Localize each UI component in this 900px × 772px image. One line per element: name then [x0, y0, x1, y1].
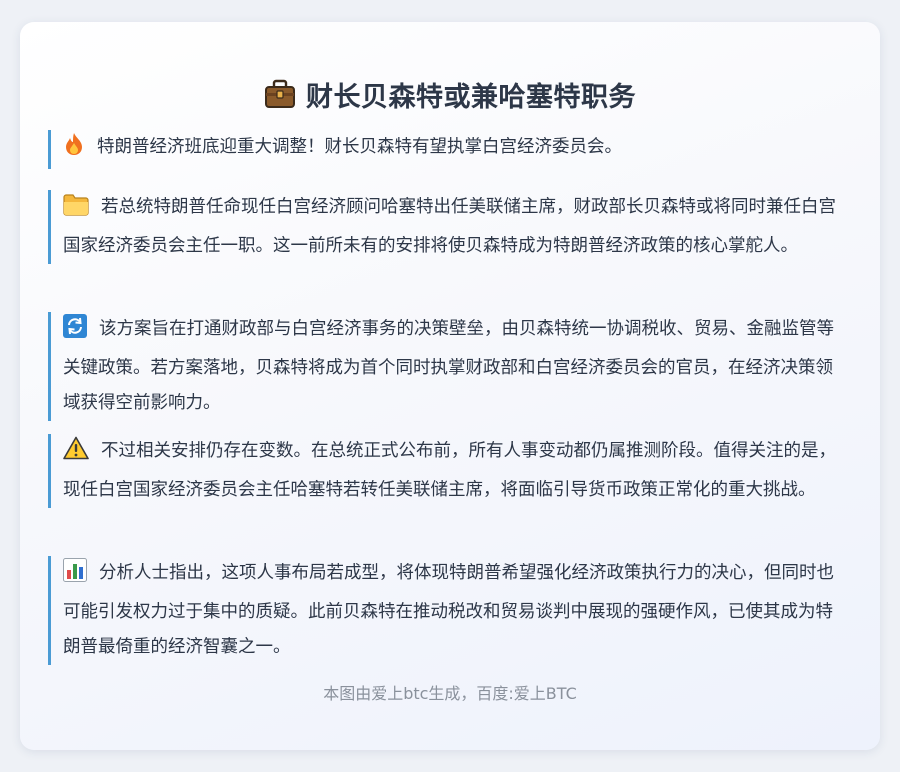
paragraph-text: 若总统特朗普任命现任白宫经济顾问哈塞特出任美联储主席，财政部长贝森特或将同时兼任… [63, 197, 836, 256]
paragraph-text: 分析人士指出，这项人事布局若成型，将体现特朗普希望强化经济政策执行力的决心，但同… [63, 563, 834, 657]
title-text: 财长贝森特或兼哈塞特职务 [306, 81, 636, 113]
footer-note: 本图由爱上btc生成，百度:爱上BTC [323, 684, 577, 703]
paragraph-text: 特朗普经济班底迎重大调整！财长贝森特有望执掌白宫经济委员会。 [97, 137, 622, 157]
briefcase-icon [264, 79, 296, 109]
refresh-icon [63, 314, 87, 351]
paragraph-4: 不过相关安排仍存在变数。在总统正式公布前，所有人事变动都仍属推测阶段。值得关注的… [48, 434, 850, 508]
folder-icon [63, 194, 89, 229]
warning-icon [63, 436, 89, 473]
page-title: 财长贝森特或兼哈塞特职务 [20, 74, 880, 114]
paragraph-text: 该方案旨在打通财政部与白宫经济事务的决策壁垒，由贝森特统一协调税收、贸易、金融监… [63, 319, 834, 413]
bar-chart-icon [63, 558, 87, 595]
paragraph-5: 分析人士指出，这项人事布局若成型，将体现特朗普希望强化经济政策执行力的决心，但同… [48, 556, 850, 665]
paragraph-1: 特朗普经济班底迎重大调整！财长贝森特有望执掌白宫经济委员会。 [48, 130, 850, 169]
paragraph-2: 若总统特朗普任命现任白宫经济顾问哈塞特出任美联储主席，财政部长贝森特或将同时兼任… [48, 190, 850, 264]
paragraph-3: 该方案旨在打通财政部与白宫经济事务的决策壁垒，由贝森特统一协调税收、贸易、金融监… [48, 312, 850, 421]
paragraph-text: 不过相关安排仍存在变数。在总统正式公布前，所有人事变动都仍属推测阶段。值得关注的… [63, 441, 836, 500]
article-card: 财长贝森特或兼哈塞特职务 特朗普经济班底迎重大调整！财长贝森特有望执掌白宫经济委… [20, 22, 880, 750]
fire-icon [63, 132, 85, 169]
